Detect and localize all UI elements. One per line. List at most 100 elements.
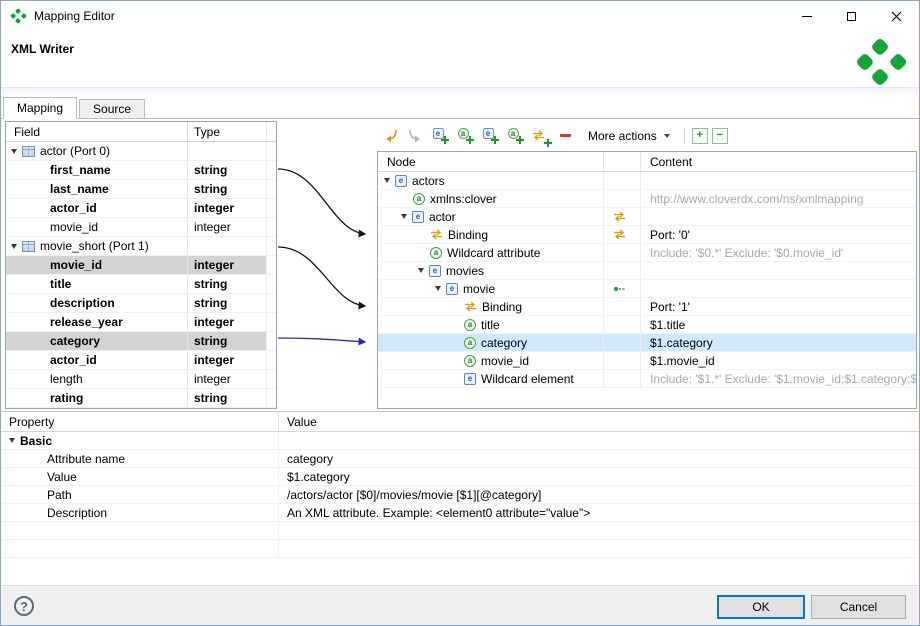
property-row[interactable] [1, 522, 919, 540]
field-table-scroll-gutter [266, 122, 276, 141]
field-table: Field Type actor (Port 0)first_namestrin… [5, 121, 277, 409]
unmap-field-button[interactable] [404, 124, 427, 147]
field-scroll-gutter [266, 218, 276, 236]
node-row[interactable]: eWildcard elementInclude: '$1.*' Exclude… [378, 370, 916, 388]
field-row[interactable]: movie_idinteger [6, 256, 276, 275]
node-row[interactable]: atitle$1.title [378, 316, 916, 334]
collapse-all-button[interactable]: − [712, 128, 728, 144]
plus-badge-icon [544, 139, 552, 147]
node-row[interactable]: aWildcard attributeInclude: '$0.*' Exclu… [378, 244, 916, 262]
plus-badge-icon [441, 136, 449, 144]
property-row[interactable]: Value$1.category [1, 468, 919, 486]
property-name-cell: Attribute name [1, 450, 278, 467]
field-scroll-gutter [266, 275, 276, 293]
field-table-header: Field Type [6, 122, 276, 142]
field-name-cell: actor (Port 0) [6, 142, 187, 160]
ok-button[interactable]: OK [717, 595, 805, 619]
node-column-header[interactable]: Node [378, 152, 603, 171]
element-icon: e [446, 283, 458, 295]
field-scroll-gutter [266, 351, 276, 369]
remove-button[interactable] [554, 124, 577, 147]
field-row[interactable]: actor_idinteger [6, 351, 276, 370]
field-name-cell: last_name [6, 180, 187, 198]
property-name-cell: Description [1, 504, 278, 521]
port-icon [22, 146, 35, 157]
tab-source[interactable]: Source [79, 99, 145, 118]
field-row[interactable]: titlestring [6, 275, 276, 294]
property-row[interactable]: Path/actors/actor [$0]/movies/movie [$1]… [1, 486, 919, 504]
add-wildcard-element-button[interactable]: e [479, 124, 502, 147]
add-child-element-button[interactable]: e [429, 124, 452, 147]
field-label: movie_short (Port 1) [40, 239, 149, 253]
node-row[interactable]: emovies [378, 262, 916, 280]
node-row[interactable]: eactor [378, 208, 916, 226]
field-row[interactable]: descriptionstring [6, 294, 276, 313]
node-name-cell: axmlns:clover [378, 190, 603, 207]
value-column-header[interactable]: Value [278, 412, 919, 431]
field-scroll-gutter [266, 256, 276, 274]
field-label: title [50, 277, 71, 291]
add-attribute-button[interactable]: a [454, 124, 477, 147]
property-row[interactable]: Basic [1, 432, 919, 450]
field-type-cell: string [187, 332, 266, 350]
binding-icon [464, 301, 478, 313]
toolbar-separator [684, 128, 685, 144]
cancel-button[interactable]: Cancel [811, 595, 906, 619]
node-row[interactable]: emovie [378, 280, 916, 298]
property-row[interactable]: Attribute namecategory [1, 450, 919, 468]
property-label: Value [47, 470, 77, 484]
add-binding-button[interactable] [529, 124, 552, 147]
node-name-cell: eactor [378, 208, 603, 225]
expand-all-button[interactable]: + [692, 128, 708, 144]
field-row[interactable]: last_namestring [6, 180, 276, 199]
field-column-header[interactable]: Field [6, 122, 187, 141]
field-row[interactable]: movie_short (Port 1) [6, 237, 276, 256]
plus-badge-icon [491, 136, 499, 144]
property-row[interactable]: DescriptionAn XML attribute. Example: <e… [1, 504, 919, 522]
help-button[interactable]: ? [14, 596, 34, 616]
mapping-arrows [277, 121, 377, 411]
field-row[interactable]: actor_idinteger [6, 199, 276, 218]
node-content-cell: $1.movie_id [640, 352, 916, 369]
node-row[interactable]: eactors [378, 172, 916, 190]
node-row[interactable]: axmlns:cloverhttp://www.cloverdx.com/ns/… [378, 190, 916, 208]
binding-icon [430, 229, 444, 241]
node-content-cell [640, 262, 916, 279]
node-label: movies [446, 264, 484, 278]
node-row[interactable]: amovie_id$1.movie_id [378, 352, 916, 370]
node-row[interactable]: BindingPort: '1' [378, 298, 916, 316]
node-row[interactable]: BindingPort: '0' [378, 226, 916, 244]
field-row[interactable]: first_namestring [6, 161, 276, 180]
node-gutter-cell [603, 262, 640, 279]
field-row[interactable]: lengthinteger [6, 370, 276, 389]
property-row[interactable] [1, 540, 919, 558]
minimize-button[interactable] [784, 1, 829, 31]
property-value-cell [278, 432, 919, 449]
attribute-icon: a [430, 247, 442, 259]
field-row[interactable]: release_yearinteger [6, 313, 276, 332]
field-row[interactable]: movie_idinteger [6, 218, 276, 237]
node-table-body: eactorsaxmlns:cloverhttp://www.cloverdx.… [378, 172, 916, 388]
maximize-button[interactable] [829, 1, 874, 31]
field-name-cell: category [6, 332, 187, 350]
field-type-cell: integer [187, 218, 266, 236]
property-column-header[interactable]: Property [1, 412, 278, 431]
node-content-cell [640, 208, 916, 225]
field-row[interactable]: ratingstring [6, 389, 276, 408]
field-row[interactable]: actor (Port 0) [6, 142, 276, 161]
content-column-header[interactable]: Content [640, 152, 916, 171]
node-content-cell: Port: '0' [640, 226, 916, 243]
more-actions-button[interactable]: More actions [581, 126, 677, 146]
attribute-plus-icon: a [508, 128, 524, 144]
node-row[interactable]: acategory$1.category [378, 334, 916, 352]
node-gutter-cell [603, 280, 640, 297]
tab-mapping[interactable]: Mapping [3, 97, 77, 119]
field-row[interactable]: categorystring [6, 332, 276, 351]
add-wildcard-attribute-button[interactable]: a [504, 124, 527, 147]
field-name-cell: movie_short (Port 1) [6, 237, 187, 255]
node-gutter-cell [603, 190, 640, 207]
type-column-header[interactable]: Type [187, 122, 266, 141]
attribute-icon: a [464, 319, 476, 331]
close-button[interactable] [874, 1, 919, 31]
map-field-button[interactable] [379, 124, 402, 147]
